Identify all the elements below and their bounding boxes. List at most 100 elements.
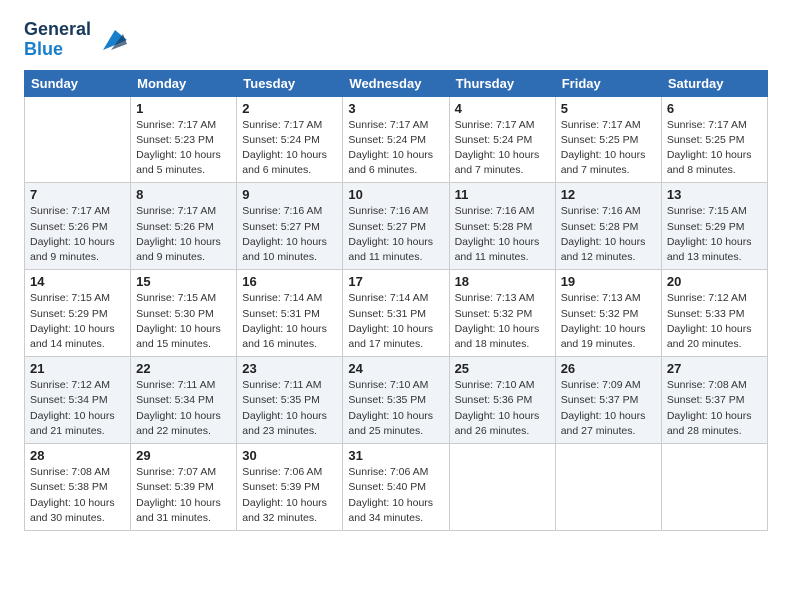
day-number: 23 bbox=[242, 361, 337, 376]
day-info: Sunrise: 7:06 AMSunset: 5:39 PMDaylight:… bbox=[242, 465, 337, 526]
day-number: 22 bbox=[136, 361, 231, 376]
day-number: 5 bbox=[561, 101, 656, 116]
calendar-cell: 13 Sunrise: 7:15 AMSunset: 5:29 PMDayligh… bbox=[661, 183, 767, 270]
day-number: 2 bbox=[242, 101, 337, 116]
weekday-header-thursday: Thursday bbox=[449, 70, 555, 96]
day-info: Sunrise: 7:17 AMSunset: 5:26 PMDaylight:… bbox=[30, 204, 125, 265]
calendar-cell: 16 Sunrise: 7:14 AMSunset: 5:31 PMDayligh… bbox=[237, 270, 343, 357]
calendar-cell: 19 Sunrise: 7:13 AMSunset: 5:32 PMDayligh… bbox=[555, 270, 661, 357]
calendar-cell bbox=[25, 96, 131, 183]
day-number: 1 bbox=[136, 101, 231, 116]
day-info: Sunrise: 7:16 AMSunset: 5:27 PMDaylight:… bbox=[348, 204, 443, 265]
day-number: 16 bbox=[242, 274, 337, 289]
calendar-cell: 30 Sunrise: 7:06 AMSunset: 5:39 PMDayligh… bbox=[237, 444, 343, 531]
day-number: 25 bbox=[455, 361, 550, 376]
day-info: Sunrise: 7:17 AMSunset: 5:25 PMDaylight:… bbox=[667, 118, 762, 179]
calendar-cell: 11 Sunrise: 7:16 AMSunset: 5:28 PMDayligh… bbox=[449, 183, 555, 270]
day-info: Sunrise: 7:08 AMSunset: 5:37 PMDaylight:… bbox=[667, 378, 762, 439]
day-number: 29 bbox=[136, 448, 231, 463]
day-number: 7 bbox=[30, 187, 125, 202]
day-info: Sunrise: 7:12 AMSunset: 5:34 PMDaylight:… bbox=[30, 378, 125, 439]
day-info: Sunrise: 7:15 AMSunset: 5:30 PMDaylight:… bbox=[136, 291, 231, 352]
calendar-cell: 17Sunrise: 7:14 AMSunset: 5:31 PMDayligh… bbox=[343, 270, 449, 357]
calendar-cell bbox=[449, 444, 555, 531]
calendar-cell bbox=[661, 444, 767, 531]
day-info: Sunrise: 7:10 AMSunset: 5:35 PMDaylight:… bbox=[348, 378, 443, 439]
day-info: Sunrise: 7:16 AMSunset: 5:28 PMDaylight:… bbox=[455, 204, 550, 265]
calendar-cell: 28Sunrise: 7:08 AMSunset: 5:38 PMDayligh… bbox=[25, 444, 131, 531]
day-number: 20 bbox=[667, 274, 762, 289]
day-info: Sunrise: 7:15 AMSunset: 5:29 PMDaylight:… bbox=[30, 291, 125, 352]
day-info: Sunrise: 7:17 AMSunset: 5:24 PMDaylight:… bbox=[455, 118, 550, 179]
day-info: Sunrise: 7:11 AMSunset: 5:35 PMDaylight:… bbox=[242, 378, 337, 439]
day-info: Sunrise: 7:15 AMSunset: 5:29 PMDaylight:… bbox=[667, 204, 762, 265]
calendar-cell bbox=[555, 444, 661, 531]
day-info: Sunrise: 7:17 AMSunset: 5:26 PMDaylight:… bbox=[136, 204, 231, 265]
calendar-week-row: 7 Sunrise: 7:17 AMSunset: 5:26 PMDaylight… bbox=[25, 183, 768, 270]
weekday-header-friday: Friday bbox=[555, 70, 661, 96]
day-number: 30 bbox=[242, 448, 337, 463]
calendar-cell: 27 Sunrise: 7:08 AMSunset: 5:37 PMDayligh… bbox=[661, 357, 767, 444]
day-number: 11 bbox=[455, 187, 550, 202]
day-info: Sunrise: 7:11 AMSunset: 5:34 PMDaylight:… bbox=[136, 378, 231, 439]
day-number: 19 bbox=[561, 274, 656, 289]
day-info: Sunrise: 7:10 AMSunset: 5:36 PMDaylight:… bbox=[455, 378, 550, 439]
day-number: 12 bbox=[561, 187, 656, 202]
calendar-cell: 25 Sunrise: 7:10 AMSunset: 5:36 PMDayligh… bbox=[449, 357, 555, 444]
calendar-week-row: 21 Sunrise: 7:12 AMSunset: 5:34 PMDayligh… bbox=[25, 357, 768, 444]
day-number: 26 bbox=[561, 361, 656, 376]
calendar-week-row: 14 Sunrise: 7:15 AMSunset: 5:29 PMDayligh… bbox=[25, 270, 768, 357]
logo: GeneralBlue bbox=[24, 20, 127, 60]
day-info: Sunrise: 7:13 AMSunset: 5:32 PMDaylight:… bbox=[561, 291, 656, 352]
calendar-week-row: 28Sunrise: 7:08 AMSunset: 5:38 PMDayligh… bbox=[25, 444, 768, 531]
calendar-cell: 4 Sunrise: 7:17 AMSunset: 5:24 PMDaylight… bbox=[449, 96, 555, 183]
day-number: 15 bbox=[136, 274, 231, 289]
calendar-cell: 12 Sunrise: 7:16 AMSunset: 5:28 PMDayligh… bbox=[555, 183, 661, 270]
calendar-cell: 31 Sunrise: 7:06 AMSunset: 5:40 PMDayligh… bbox=[343, 444, 449, 531]
day-number: 27 bbox=[667, 361, 762, 376]
day-info: Sunrise: 7:16 AMSunset: 5:27 PMDaylight:… bbox=[242, 204, 337, 265]
calendar-cell: 1 Sunrise: 7:17 AMSunset: 5:23 PMDaylight… bbox=[131, 96, 237, 183]
day-number: 6 bbox=[667, 101, 762, 116]
day-info: Sunrise: 7:14 AMSunset: 5:31 PMDaylight:… bbox=[242, 291, 337, 352]
logo-text: GeneralBlue bbox=[24, 20, 91, 60]
day-number: 10 bbox=[348, 187, 443, 202]
day-number: 4 bbox=[455, 101, 550, 116]
weekday-header-tuesday: Tuesday bbox=[237, 70, 343, 96]
day-number: 13 bbox=[667, 187, 762, 202]
calendar-cell: 18Sunrise: 7:13 AMSunset: 5:32 PMDayligh… bbox=[449, 270, 555, 357]
calendar-cell: 2Sunrise: 7:17 AMSunset: 5:24 PMDaylight… bbox=[237, 96, 343, 183]
calendar-cell: 22 Sunrise: 7:11 AMSunset: 5:34 PMDayligh… bbox=[131, 357, 237, 444]
weekday-header-monday: Monday bbox=[131, 70, 237, 96]
calendar-cell: 15 Sunrise: 7:15 AMSunset: 5:30 PMDayligh… bbox=[131, 270, 237, 357]
calendar-cell: 5 Sunrise: 7:17 AMSunset: 5:25 PMDaylight… bbox=[555, 96, 661, 183]
day-info: Sunrise: 7:06 AMSunset: 5:40 PMDaylight:… bbox=[348, 465, 443, 526]
weekday-header-wednesday: Wednesday bbox=[343, 70, 449, 96]
day-number: 31 bbox=[348, 448, 443, 463]
calendar-cell: 29 Sunrise: 7:07 AMSunset: 5:39 PMDayligh… bbox=[131, 444, 237, 531]
day-info: Sunrise: 7:16 AMSunset: 5:28 PMDaylight:… bbox=[561, 204, 656, 265]
day-info: Sunrise: 7:09 AMSunset: 5:37 PMDaylight:… bbox=[561, 378, 656, 439]
calendar-cell: 7 Sunrise: 7:17 AMSunset: 5:26 PMDaylight… bbox=[25, 183, 131, 270]
day-number: 14 bbox=[30, 274, 125, 289]
weekday-header-sunday: Sunday bbox=[25, 70, 131, 96]
calendar-cell: 9 Sunrise: 7:16 AMSunset: 5:27 PMDaylight… bbox=[237, 183, 343, 270]
calendar-cell: 23 Sunrise: 7:11 AMSunset: 5:35 PMDayligh… bbox=[237, 357, 343, 444]
day-info: Sunrise: 7:14 AMSunset: 5:31 PMDaylight:… bbox=[348, 291, 443, 352]
calendar-cell: 26 Sunrise: 7:09 AMSunset: 5:37 PMDayligh… bbox=[555, 357, 661, 444]
day-number: 28 bbox=[30, 448, 125, 463]
day-number: 21 bbox=[30, 361, 125, 376]
day-number: 8 bbox=[136, 187, 231, 202]
header: GeneralBlue bbox=[24, 20, 768, 60]
calendar-cell: 14 Sunrise: 7:15 AMSunset: 5:29 PMDayligh… bbox=[25, 270, 131, 357]
calendar-cell: 3Sunrise: 7:17 AMSunset: 5:24 PMDaylight… bbox=[343, 96, 449, 183]
day-info: Sunrise: 7:12 AMSunset: 5:33 PMDaylight:… bbox=[667, 291, 762, 352]
calendar-cell: 24Sunrise: 7:10 AMSunset: 5:35 PMDayligh… bbox=[343, 357, 449, 444]
day-number: 9 bbox=[242, 187, 337, 202]
day-number: 3 bbox=[348, 101, 443, 116]
day-info: Sunrise: 7:17 AMSunset: 5:23 PMDaylight:… bbox=[136, 118, 231, 179]
weekday-header-row: SundayMondayTuesdayWednesdayThursdayFrid… bbox=[25, 70, 768, 96]
day-info: Sunrise: 7:17 AMSunset: 5:25 PMDaylight:… bbox=[561, 118, 656, 179]
calendar-cell: 20 Sunrise: 7:12 AMSunset: 5:33 PMDayligh… bbox=[661, 270, 767, 357]
day-info: Sunrise: 7:07 AMSunset: 5:39 PMDaylight:… bbox=[136, 465, 231, 526]
